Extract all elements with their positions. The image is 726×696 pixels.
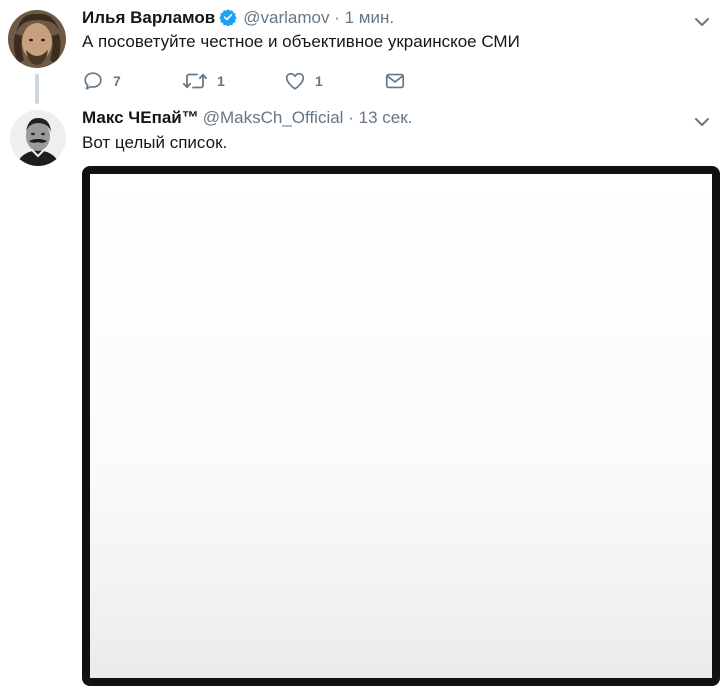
like-count: 1 <box>315 73 323 89</box>
author-username[interactable]: @MaksCh_Official <box>203 108 344 127</box>
reply-icon <box>84 72 102 90</box>
tweet-text: А посоветуйте честное и объективное укра… <box>82 32 520 51</box>
tweet-varlamov: Илья Варламов @varlamov · 1 мин. А посове… <box>0 0 726 104</box>
verified-badge-icon <box>219 8 237 32</box>
author-username[interactable]: @varlamov <box>243 8 329 27</box>
reply-button[interactable]: 7 <box>82 68 121 94</box>
separator-dot: · <box>334 8 340 27</box>
author-fullname[interactable]: Илья Варламов <box>82 8 215 27</box>
tweet-timestamp[interactable]: 13 сек. <box>359 108 413 127</box>
tweet-header: Илья Варламов @varlamov · 1 мин. <box>82 7 394 32</box>
avatar-maksch[interactable] <box>10 110 66 166</box>
heart-icon <box>285 72 305 90</box>
envelope-icon <box>385 73 405 89</box>
avatar-maksch-image <box>10 110 66 166</box>
chevron-down-icon[interactable] <box>692 112 712 132</box>
tweet-text: Вот целый список. <box>82 133 228 152</box>
tweet-timestamp[interactable]: 1 мин. <box>345 8 394 27</box>
direct-message-button[interactable] <box>384 68 406 94</box>
avatar-varlamov[interactable] <box>8 10 66 68</box>
retweet-icon <box>182 73 208 89</box>
chevron-down-icon[interactable] <box>692 12 712 32</box>
retweet-button[interactable]: 1 <box>182 68 225 94</box>
retweet-count: 1 <box>217 73 225 89</box>
separator-dot: · <box>348 108 354 127</box>
reply-count: 7 <box>113 73 121 89</box>
thread-connector-line <box>35 74 39 104</box>
avatar-varlamov-image <box>8 10 66 68</box>
author-fullname[interactable]: Макс ЧЕпай™ <box>82 108 199 127</box>
tweet-header: Макс ЧЕпай™ @MaksCh_Official · 13 сек. <box>82 107 412 129</box>
attached-image[interactable] <box>82 166 720 686</box>
like-button[interactable]: 1 <box>284 68 323 94</box>
tweet-maksch: Макс ЧЕпай™ @MaksCh_Official · 13 сек. Во… <box>0 104 726 696</box>
